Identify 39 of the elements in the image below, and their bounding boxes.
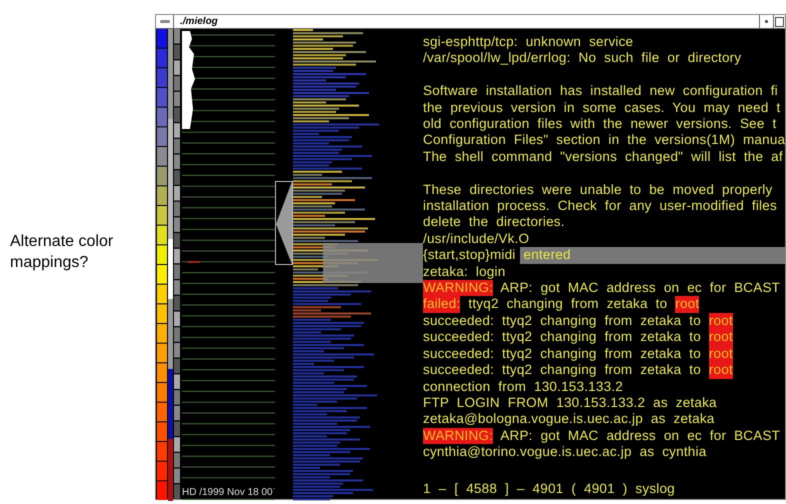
window-title: ./mielog — [180, 16, 219, 26]
alert-text: root — [708, 312, 733, 330]
log-text: zetaka@bologna.vogue.is.uec.ac.jp as zetaka — [423, 411, 714, 428]
log-text: ARP: got MAC address on ec for BCAST — [499, 280, 780, 296]
log-text: succeeded: ttyq2 changing from zetaka to — [423, 346, 702, 362]
log-text: ttyq2 changing from zetaka to — [467, 296, 668, 313]
log-text: cynthia@torino.vogue.is.uec.ac.jp as cynthia — [423, 444, 706, 461]
alert-text: root — [675, 296, 700, 313]
square-icon — [775, 16, 784, 26]
maximize-button[interactable] — [773, 15, 786, 28]
log-text: succeeded: ttyq2 changing from zetaka to — [423, 362, 702, 378]
alert-text: root — [708, 346, 733, 362]
alert-text: WARNING: — [423, 428, 494, 444]
log-text: sgi-esphttp/tcp: unknown service — [423, 34, 634, 50]
log-text: FTP LOGIN FROM 130.153.133.2 as zetaka — [423, 394, 717, 412]
log-text: These directories were unable to be moved properly — [423, 182, 772, 198]
log-text: /usr/include/Vk.O — [423, 230, 530, 248]
log-text: succeeded: ttyq2 changing from zetaka to — [423, 329, 702, 346]
log-text: delete the directories. — [423, 214, 565, 231]
log-text: /var/spool/lw_lpd/errlog: No such file or directory — [423, 50, 742, 67]
log-text: zetaka: login — [423, 264, 506, 280]
status-text: 1 – [ 4588 ] – 4901 ( 4901 ) syslog — [423, 480, 676, 497]
overview-label: HD /1999 Nov 18 00 — [182, 488, 273, 498]
alert-text: root — [708, 329, 733, 346]
alert-text: failed: — [423, 296, 460, 313]
alert-text: WARNING: — [423, 280, 494, 296]
log-text: Configuration Files" section in the versions(1M) manua — [423, 132, 786, 149]
log-text: succeeded: ttyq2 changing from zetaka to — [423, 312, 702, 330]
log-text: installation process. Check for any user-modified files — [423, 198, 777, 214]
log-text: The shell command "versions changed" will list the af — [423, 148, 783, 166]
caption: Alternate color mappings? — [10, 232, 114, 273]
log-text: old configuration files with the newer versions. See t — [423, 116, 776, 132]
log-text: connection from 130.153.133.2 — [423, 378, 623, 395]
log-text: the previous version in some cases. You may need t — [423, 100, 780, 116]
minus-icon — [160, 20, 170, 23]
log-text: {start,stop}midi — [423, 247, 516, 264]
alert-text: root — [708, 362, 733, 378]
log-text: ARP: got MAC address on ec for BCAST — [499, 428, 780, 444]
log-text: Software installation has installed new configuration fi — [423, 83, 778, 100]
